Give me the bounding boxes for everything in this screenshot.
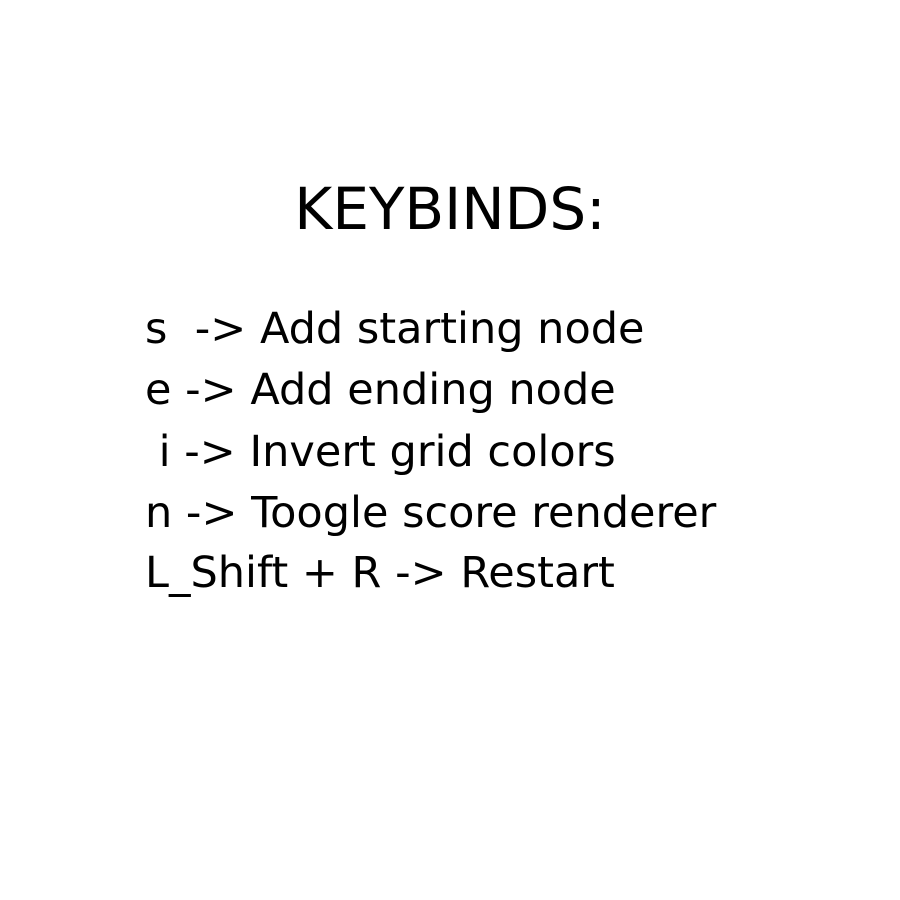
- keybind-end-node: e -> Add ending node: [145, 365, 616, 415]
- keybinds-screen: KEYBINDS: s -> Add starting node e -> Ad…: [0, 0, 900, 900]
- keybind-score-renderer: n -> Toogle score renderer: [145, 488, 717, 538]
- keybinds-title: KEYBINDS:: [294, 175, 606, 243]
- keybind-restart: L_Shift + R -> Restart: [145, 548, 615, 598]
- keybind-invert-colors: i -> Invert grid colors: [145, 427, 616, 477]
- keybind-start-node: s -> Add starting node: [145, 304, 645, 354]
